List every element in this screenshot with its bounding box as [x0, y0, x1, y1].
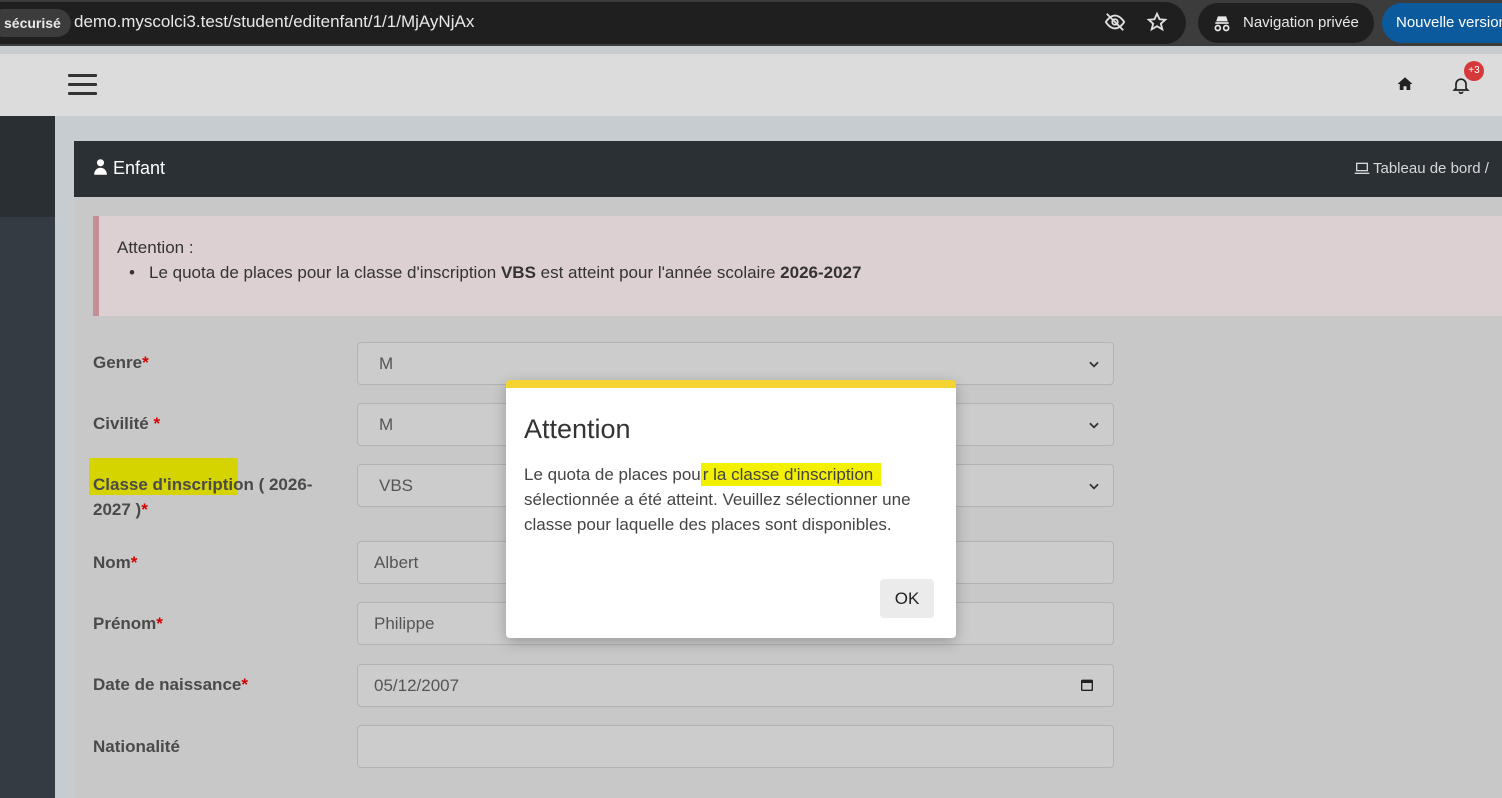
- card-header: Enfant Tableau de bord /: [74, 141, 1502, 197]
- alert-message-middle: est atteint pour l'année scolaire: [535, 263, 781, 282]
- user-tie-icon: [94, 159, 107, 175]
- civilite-label: Civilité *: [93, 414, 161, 433]
- page-title: Enfant: [92, 158, 165, 179]
- genre-label: Genre*: [93, 353, 149, 372]
- sidebar: [0, 116, 55, 798]
- ok-button[interactable]: OK: [880, 579, 934, 618]
- genre-select[interactable]: M: [357, 342, 1114, 385]
- browser-toolbar: sécurisé demo.myscolci3.test/student/edi…: [0, 0, 1502, 46]
- new-version-label: Nouvelle version: [1396, 14, 1502, 31]
- nom-value: Albert: [374, 553, 419, 572]
- laptop-icon: [1354, 162, 1370, 174]
- star-icon[interactable]: [1146, 11, 1168, 33]
- dialog-message-suffix: sélectionnée a été atteint. Veuillez sél…: [524, 490, 911, 534]
- breadcrumb[interactable]: Tableau de bord /: [1354, 160, 1489, 177]
- nom-label: Nom*: [93, 553, 138, 572]
- home-icon[interactable]: [1396, 75, 1414, 93]
- alert-year: 2026-2027: [780, 263, 862, 282]
- naissance-label: Date de naissance*: [93, 675, 248, 694]
- breadcrumb-dashboard[interactable]: Tableau de bord /: [1373, 160, 1489, 177]
- prenom-label: Prénom*: [93, 614, 163, 633]
- alert-title: Attention :: [117, 238, 194, 257]
- prenom-value: Philippe: [374, 614, 435, 633]
- civilite-value: M: [379, 415, 394, 434]
- classe-value: VBS: [379, 476, 414, 495]
- genre-value: M: [379, 354, 394, 373]
- incognito-icon: [1214, 16, 1230, 32]
- page-title-text: Enfant: [113, 158, 166, 178]
- alert-message-prefix: Le quota de places pour la classe d'insc…: [149, 263, 501, 282]
- security-indicator[interactable]: sécurisé: [0, 9, 71, 37]
- menu-toggle-icon[interactable]: [68, 74, 97, 96]
- private-label: Navigation privée: [1243, 14, 1359, 31]
- naissance-date-input[interactable]: 05/12/2007: [357, 664, 1114, 707]
- dialog-message-prefix: Le quota de places pou: [524, 465, 701, 484]
- nationalite-label: Nationalité: [93, 737, 180, 756]
- new-version-button[interactable]: Nouvelle version: [1382, 3, 1502, 43]
- sidebar-brand-area: [0, 116, 55, 217]
- alert-class-name: VBS: [500, 263, 536, 282]
- classe-label: Classe d'inscription ( 2026- 2027 )*: [93, 475, 313, 519]
- chevron-down-icon: [1089, 483, 1099, 490]
- private-browsing-indicator[interactable]: Navigation privée: [1198, 3, 1374, 43]
- attention-dialog: Attention Le quota de places pou r la cla…: [506, 380, 956, 638]
- alert-message: Le quota de places pour la classe d'insc…: [129, 263, 862, 283]
- quota-alert: Attention : Le quota de places pour la c…: [93, 216, 1502, 316]
- calendar-icon[interactable]: [1079, 677, 1095, 693]
- chevron-down-icon: [1089, 361, 1099, 368]
- url-text[interactable]: demo.myscolci3.test/student/editenfant/1…: [74, 12, 474, 32]
- dialog-message: Le quota de places pou r la classe d'insc…: [524, 462, 924, 537]
- nationalite-input[interactable]: [357, 725, 1114, 768]
- notification-badge: +3: [1464, 61, 1484, 81]
- dialog-title: Attention: [524, 414, 631, 444]
- chevron-down-icon: [1089, 422, 1099, 429]
- naissance-value: 05/12/2007: [374, 676, 460, 695]
- dialog-message-highlight: r la classe d'inscription: [700, 463, 882, 486]
- eye-off-icon[interactable]: [1104, 11, 1126, 33]
- app-header: +3: [0, 54, 1502, 116]
